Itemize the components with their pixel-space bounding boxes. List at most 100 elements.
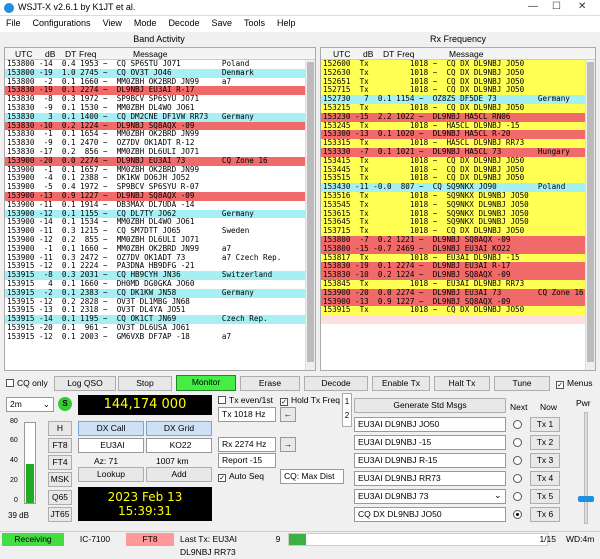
list-item[interactable]: 153445 Tx 1018 ~ CQ DX DL9NBJ JO50 [321, 165, 595, 175]
tx4-button[interactable]: Tx 4 [530, 471, 560, 486]
list-item[interactable]: 153245 Tx 1018 ~ HA5CL DL9NBJ -15 [321, 121, 595, 131]
list-item[interactable]: 153830 -10 0.2 1224 ~ DL9NBJ SQ8AQX -09 [321, 271, 595, 280]
list-item[interactable]: 153415 Tx 1018 ~ CQ DX DL9NBJ JO50 [321, 156, 595, 166]
list-item[interactable]: 153800 -15 -0.7 2469 ~ DL9NBJ EU3AI KO22 [321, 244, 595, 254]
list-item[interactable]: 153545 Tx 1018 ~ SQ9NKX DL9NBJ JO50 [321, 200, 595, 210]
list-item[interactable]: 153915 -12 0.2 2828 ~ OV3T DL1MBG JN68 [5, 298, 315, 307]
list-item[interactable]: 153230 -15 2.2 1022 ~ DL9NBJ HA5CL RN06 [321, 112, 595, 122]
list-item[interactable]: 153915 -8 0.3 2031 ~ CQ HB9CYH JN36 Swit… [5, 271, 315, 280]
list-item[interactable]: 153915 -2 0.1 2383 ~ CQ DK1KW JN58 Germa… [5, 288, 315, 298]
list-item[interactable]: 153645 Tx 1018 ~ SQ9NKX DL9NBJ JO50 [321, 218, 595, 228]
list-item[interactable]: 153900 -12 0.1 1155 ~ CQ DL7TY JO62 Germ… [5, 209, 315, 219]
maximize-icon[interactable]: ☐ [552, 1, 561, 12]
log-qso-button[interactable]: Log QSO [54, 376, 116, 391]
band-activity-scrollbar[interactable] [305, 60, 315, 370]
q65-button[interactable]: Q65 [48, 490, 72, 505]
list-item[interactable]: 153900 -14 0.1 1534 ~ MM0ZBH DL4WO JO61 [5, 218, 315, 227]
list-item[interactable]: 153915 4 0.1 1660 ~ DH0MD DG0GKA JO60 [5, 280, 315, 289]
rx-frequency-panel[interactable]: UTC dB DT Freq Message 152600 Tx 1018 ~ … [320, 47, 596, 371]
ft8-button[interactable]: FT8 [48, 438, 72, 453]
list-item[interactable] [321, 315, 595, 324]
list-item[interactable]: 153800 -14 0.4 1953 ~ CQ SP6STU JO71 Pol… [5, 60, 315, 69]
list-item[interactable]: 153900 -20 0.0 2274 ~ DL9NBJ EU3AI 73 CQ… [5, 156, 315, 166]
tx6-button[interactable]: Tx 6 [530, 507, 560, 522]
power-slider-handle[interactable] [578, 496, 594, 502]
list-item[interactable]: 153915 -12 0.1 2003 ~ GM6VXB DF7AP -18 a… [5, 333, 315, 342]
tx6-next-radio[interactable] [513, 510, 522, 519]
tx5-message-input[interactable]: EU3AI DL9NBJ 73 [354, 489, 506, 504]
list-item[interactable]: 153515 Tx 1018 ~ CQ DX DL9NBJ JO50 [321, 174, 595, 184]
list-item[interactable]: 153830 -10 0.2 1224 ~ DL9NBJ SQ8AQX -09 [5, 121, 315, 131]
jt65-button[interactable]: JT65 [48, 507, 72, 522]
list-item[interactable]: 153215 Tx 1018 ~ CQ DX DL9NBJ JO50 [321, 103, 595, 113]
lookup-button[interactable]: Lookup [78, 467, 144, 482]
h-button[interactable]: H [48, 421, 72, 436]
dx-call-button[interactable]: DX Call [78, 421, 144, 436]
erase-button[interactable]: Erase [240, 376, 300, 391]
list-item[interactable]: 153800 -19 1.0 2745 ~ CQ OV3T JO46 Denma… [5, 68, 315, 78]
tx2-message-input[interactable]: EU3AI DL9NBJ -15 [354, 435, 506, 450]
list-item[interactable]: 153900 -5 0.4 1972 ~ SP9BCV SP6SYU R-07 [5, 183, 315, 192]
tab-2[interactable]: 2 [343, 412, 351, 420]
list-item[interactable]: 153430 -11 -0.0 807 ~ CQ SQ9NKX JO90 Pol… [321, 183, 595, 192]
dx-call-input[interactable]: EU3AI [78, 438, 144, 453]
menu-file[interactable]: File [0, 16, 27, 28]
list-item[interactable]: 153615 Tx 1018 ~ SQ9NKX DL9NBJ JO50 [321, 209, 595, 219]
power-slider-track[interactable] [584, 412, 588, 524]
list-item[interactable]: 153830 -9 0.1 1530 ~ MM0ZBH DL4WO JO61 [5, 104, 315, 113]
tx3-message-input[interactable]: EU3AI DL9NBJ R-15 [354, 453, 506, 468]
enable-tx-button[interactable]: Enable Tx [372, 376, 430, 391]
list-item[interactable]: 153330 -7 0.1 1021 ~ DL9NBJ HA5CL 73 Hun… [321, 147, 595, 157]
tx4-next-radio[interactable] [513, 474, 522, 483]
auto-seq-checkbox[interactable]: ✓ Auto Seq [218, 471, 264, 482]
list-item[interactable]: 152730 7 0.1 1154 ~ OZ8ZS DF5DE 73 Germa… [321, 95, 595, 104]
rx-frequency-list[interactable]: 152600 Tx 1018 ~ CQ DX DL9NBJ JO50 152630… [321, 60, 595, 324]
stop-button[interactable]: Stop [118, 376, 172, 391]
tx1-message-input[interactable]: EU3AI DL9NBJ JO50 [354, 417, 506, 432]
set-rx-from-tx-button[interactable]: → [280, 437, 296, 452]
list-item[interactable]: 153900 -4 0.1 2388 ~ DK1KW DO6JH JO52 [5, 174, 315, 183]
tx1-next-radio[interactable] [513, 420, 522, 429]
list-item[interactable]: 153900 -20 0.0 2274 ~ DL9NBJ EU3AI 73 CQ… [321, 288, 595, 298]
list-item[interactable]: 153830 -1 0.1 1654 ~ MM0ZBH OK2BRD JN99 [5, 130, 315, 139]
list-item[interactable]: 152630 Tx 1018 ~ CQ DX DL9NBJ JO50 [321, 68, 595, 78]
list-item[interactable]: 153516 Tx 1018 ~ SQ9NKX DL9NBJ JO50 [321, 191, 595, 201]
tx2-next-radio[interactable] [513, 438, 522, 447]
tx3-next-radio[interactable] [513, 456, 522, 465]
tx4-message-input[interactable]: EU3AI DL9NBJ RR73 [354, 471, 506, 486]
set-tx-from-rx-button[interactable]: ← [280, 407, 296, 422]
monitor-button[interactable]: Monitor [176, 375, 236, 391]
list-item[interactable]: 153915 -12 0.1 2224 ~ PA3DNA HB9DFG -21 [5, 262, 315, 271]
menu-save[interactable]: Save [205, 16, 238, 28]
list-item[interactable]: 153900 -13 0.9 1227 ~ DL9NBJ SQ8AQX -09 [5, 191, 315, 201]
list-item[interactable]: 153900 -1 0.1 1660 ~ MM0ZBH OK2BRD JN99 … [5, 245, 315, 254]
list-item[interactable]: 153300 -13 0.1 1020 ~ DL9NBJ HA5CL R-20 [321, 130, 595, 140]
list-item[interactable]: 152600 Tx 1018 ~ CQ DX DL9NBJ JO50 [321, 60, 595, 69]
menu-mode[interactable]: Mode [128, 16, 163, 28]
list-item[interactable]: 153900 -11 0.1 1914 ~ DB3MAX DL7UDA -14 [5, 201, 315, 210]
list-item[interactable]: 153900 -11 0.3 2472 ~ OZ7DV OK1ADT 73 a7… [5, 254, 315, 263]
tx5-button[interactable]: Tx 5 [530, 489, 560, 504]
cq-mode-select[interactable]: CQ: Max Dist [280, 469, 344, 484]
band-activity-panel[interactable]: UTC dB DT Freq Message 153800 -14 0.4 19… [4, 47, 316, 371]
list-item[interactable]: 153800 -2 0.1 1660 ~ MM0ZBH OK2BRD JN99 … [5, 78, 315, 87]
tune-button[interactable]: Tune [494, 376, 550, 391]
list-item[interactable]: 153915 -14 0.1 1195 ~ CQ OK1CT JN69 Czec… [5, 315, 315, 324]
menu-configurations[interactable]: Configurations [27, 16, 97, 28]
rx-frequency-scrollbar[interactable] [585, 60, 595, 370]
tx-even-checkbox[interactable]: Tx even/1st [218, 395, 273, 406]
tx3-button[interactable]: Tx 3 [530, 453, 560, 468]
list-item[interactable]: 153830 -19 0.1 2274 ~ DL9NBJ EU3AI R-17 [5, 86, 315, 96]
tx6-message-input[interactable]: CQ DX DL9NBJ JO50 [354, 507, 506, 522]
close-icon[interactable]: ✕ [578, 1, 586, 12]
halt-tx-button[interactable]: Halt Tx [434, 376, 490, 391]
list-item[interactable]: 153830 -9 0.1 2470 ~ OZ7DV OK1ADT R-12 [5, 139, 315, 148]
list-item[interactable]: 153800 -7 0.2 1221 ~ DL9NBJ SQ8AQX -09 [321, 235, 595, 245]
list-item[interactable]: 153817 Tx 1018 ~ EU3AI DL9NBJ -15 [321, 253, 595, 263]
menu-view[interactable]: View [97, 16, 128, 28]
list-item[interactable]: 153715 Tx 1018 ~ CQ DX DL9NBJ JO50 [321, 227, 595, 236]
list-item[interactable]: 153915 -13 0.1 2318 ~ OV3T DL4YA JO51 [5, 306, 315, 315]
list-item[interactable]: 153830 -17 0.2 856 ~ MM0ZBH DL6ULI JO71 [5, 148, 315, 157]
band-activity-list[interactable]: 153800 -14 0.4 1953 ~ CQ SP6STU JO71 Pol… [5, 60, 315, 342]
tx1-button[interactable]: Tx 1 [530, 417, 560, 432]
